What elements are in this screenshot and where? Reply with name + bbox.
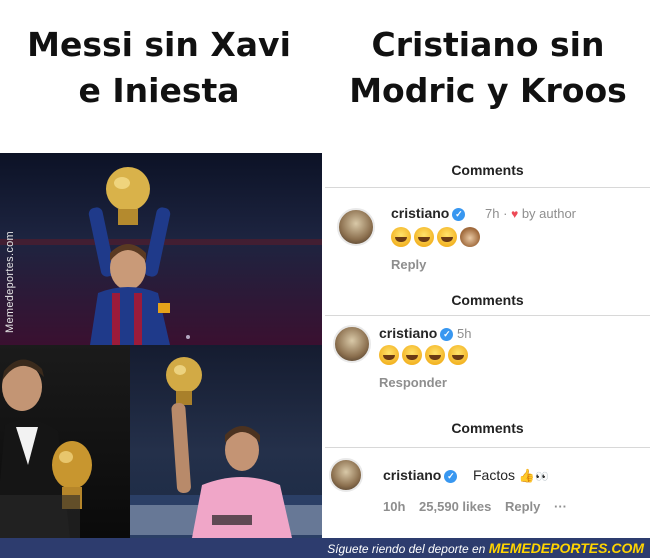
eyes-icon: 👀 xyxy=(535,471,549,483)
divider xyxy=(325,315,650,316)
more-options-icon[interactable]: ··· xyxy=(554,499,567,514)
comment-time: 10h xyxy=(383,499,406,514)
divider xyxy=(325,187,650,188)
photo-illustration xyxy=(130,357,322,538)
banner-brand[interactable]: MEMEDEPORTES.COM xyxy=(489,540,644,556)
monkey-emoji-icon xyxy=(460,227,480,247)
reply-button[interactable]: Reply xyxy=(505,499,540,514)
username[interactable]: cristiano xyxy=(379,325,437,341)
comment-time: 7h xyxy=(485,206,500,221)
comments-header: Comments xyxy=(451,420,524,436)
liked-by-author: by author xyxy=(521,206,577,221)
verified-badge-icon: ✓ xyxy=(452,207,466,221)
laughing-emoji-icon xyxy=(437,227,457,247)
laughing-emoji-icon xyxy=(448,345,468,365)
comment-block-3: Comments cristiano ✓ Factos 👍👀 10h 25,590… xyxy=(325,411,650,538)
thumbs-up-icon: 👍 xyxy=(518,468,536,483)
banner-text: Síguete riendo del deporte en MEMEDEPORT… xyxy=(327,540,644,556)
meta-separator: · xyxy=(503,206,508,221)
comments-header: Comments xyxy=(451,162,524,178)
photo-messi-miami xyxy=(130,345,322,538)
comment-block-1: Comments cristiano ✓ 7h · ♥ by author Rep… xyxy=(325,153,650,281)
side-watermark: Memedeportes.com xyxy=(4,230,16,333)
emoji-reaction-row xyxy=(391,227,480,247)
comments-header: Comments xyxy=(451,292,524,308)
verified-badge-icon: ✓ xyxy=(444,469,458,483)
avatar[interactable] xyxy=(337,208,375,246)
comment-meta: 10h 25,590 likes Reply ··· xyxy=(383,499,567,514)
photo-illustration xyxy=(0,359,92,538)
left-column-title: Messi sin Xavi e Iniesta xyxy=(0,22,318,114)
left-title-line-1: Messi sin Xavi xyxy=(27,25,291,64)
comment-meta: 7h · ♥ by author xyxy=(485,206,576,221)
comment-text-value: Factos xyxy=(473,467,516,483)
divider xyxy=(325,447,650,448)
right-title-line-2: Modric y Kroos xyxy=(349,71,627,110)
verified-badge-icon: ✓ xyxy=(440,327,454,341)
right-title-line-1: Cristiano sin xyxy=(371,25,605,64)
footer-banner: Síguete riendo del deporte en MEMEDEPORT… xyxy=(0,538,650,558)
avatar[interactable] xyxy=(329,458,363,492)
reply-button[interactable]: Responder xyxy=(379,375,447,390)
photo-messi-trophy-barcelona: Memedeportes.com xyxy=(0,153,322,345)
right-column-title: Cristiano sin Modric y Kroos xyxy=(326,22,650,114)
username-link[interactable]: cristiano ✓ xyxy=(379,325,456,341)
username[interactable]: cristiano xyxy=(391,205,449,221)
likes-count[interactable]: 25,590 likes xyxy=(419,499,491,514)
left-title-line-2: e Iniesta xyxy=(78,71,240,110)
laughing-emoji-icon xyxy=(391,227,411,247)
emoji-reaction-row xyxy=(379,345,471,365)
banner-tagline: Síguete riendo del deporte en xyxy=(327,542,486,556)
comment-time: 5h xyxy=(457,326,472,341)
laughing-emoji-icon xyxy=(425,345,445,365)
username-link[interactable]: cristiano ✓ xyxy=(383,467,460,483)
photo-messi-tuxedo xyxy=(0,345,130,538)
comment-text: Factos 👍👀 xyxy=(473,467,549,484)
comment-block-2: Comments cristiano ✓ 5h Responder xyxy=(325,283,650,403)
laughing-emoji-icon xyxy=(379,345,399,365)
laughing-emoji-icon xyxy=(414,227,434,247)
photo-illustration xyxy=(0,167,322,345)
instagram-comments-panel: Comments cristiano ✓ 7h · ♥ by author Rep… xyxy=(325,153,650,538)
username[interactable]: cristiano xyxy=(383,467,441,483)
laughing-emoji-icon xyxy=(402,345,422,365)
heart-icon: ♥ xyxy=(511,207,519,221)
reply-button[interactable]: Reply xyxy=(391,257,426,272)
avatar[interactable] xyxy=(333,325,371,363)
username-link[interactable]: cristiano ✓ xyxy=(391,205,468,221)
